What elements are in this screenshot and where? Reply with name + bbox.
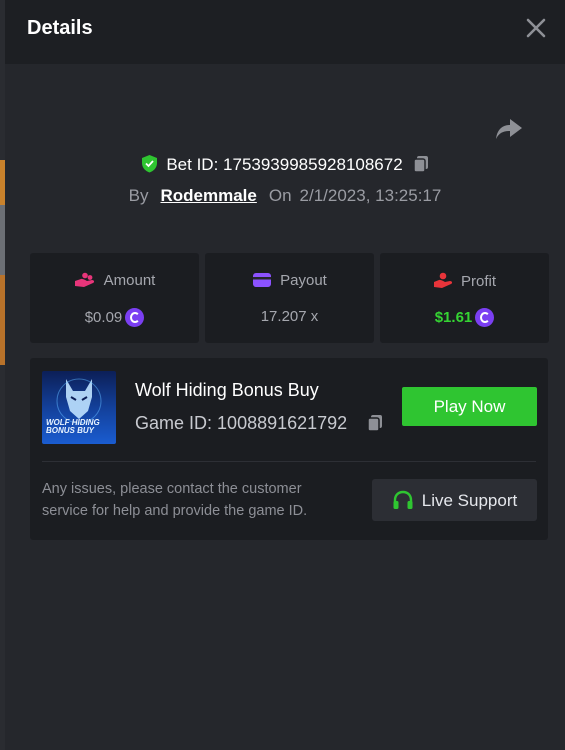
share-icon[interactable] bbox=[494, 116, 524, 142]
modal-title: Details bbox=[27, 17, 93, 39]
bet-id-value: 1753939985928108672 bbox=[223, 155, 403, 174]
copy-icon[interactable] bbox=[412, 155, 429, 173]
username-link[interactable]: Rodemmale bbox=[160, 186, 256, 205]
copy-icon[interactable] bbox=[367, 414, 383, 432]
stat-label-payout: Payout bbox=[280, 272, 327, 289]
bet-datetime: 2/1/2023, 13:25:17 bbox=[299, 186, 442, 205]
by-label: By bbox=[128, 186, 149, 205]
stat-card-amount: Amount $0.09 bbox=[30, 253, 199, 343]
modal-header: Details bbox=[5, 0, 565, 64]
live-support-button[interactable]: Live Support bbox=[372, 479, 537, 521]
support-note: Any issues, please contact the customer … bbox=[42, 481, 308, 519]
game-id-label: Game ID: bbox=[135, 413, 213, 433]
stat-card-payout: Payout 17.207 x bbox=[205, 253, 374, 343]
game-name: Wolf Hiding Bonus Buy bbox=[135, 380, 319, 400]
bet-meta-line: By Rodemmale On 2/1/2023, 13:25:17 bbox=[5, 186, 565, 206]
on-label: On bbox=[268, 186, 292, 205]
game-id-value: 1008891621792 bbox=[217, 413, 348, 433]
game-panel: WOLF HIDING BONUS BUY Wolf Hiding Bonus B… bbox=[30, 358, 548, 540]
bet-id-line: Bet ID: 1753939985928108672 bbox=[5, 154, 565, 175]
hand-coins-icon bbox=[74, 272, 94, 287]
bet-id-label: Bet ID: bbox=[166, 155, 219, 174]
game-thumbnail[interactable]: WOLF HIDING BONUS BUY bbox=[42, 371, 116, 444]
details-modal: Details Bet ID: 1753939985928108672 By Ro… bbox=[5, 0, 565, 750]
headset-icon bbox=[393, 490, 413, 509]
stat-card-profit: Profit $1.61 bbox=[380, 253, 549, 343]
game-id-line: Game ID: 1008891621792 bbox=[135, 413, 347, 434]
hand-profit-icon bbox=[433, 272, 453, 288]
thumbnail-line-2: BONUS BUY bbox=[46, 426, 95, 435]
divider bbox=[42, 461, 536, 462]
coin-icon bbox=[475, 308, 495, 327]
stat-value-profit: $1.61 bbox=[434, 309, 473, 326]
coin-icon bbox=[125, 308, 145, 327]
stat-value-payout: 17.207 x bbox=[260, 308, 319, 325]
play-now-button[interactable]: Play Now bbox=[402, 387, 537, 426]
stat-label-profit: Profit bbox=[460, 273, 496, 290]
close-icon[interactable] bbox=[525, 15, 547, 41]
wallet-icon bbox=[253, 273, 272, 287]
thumbnail-caption: WOLF HIDING BONUS BUY bbox=[46, 419, 100, 435]
stat-value-amount: $0.09 bbox=[84, 309, 123, 326]
verified-shield-icon bbox=[142, 155, 158, 173]
live-support-label: Live Support bbox=[421, 490, 518, 510]
stat-label-amount: Amount bbox=[103, 272, 156, 289]
